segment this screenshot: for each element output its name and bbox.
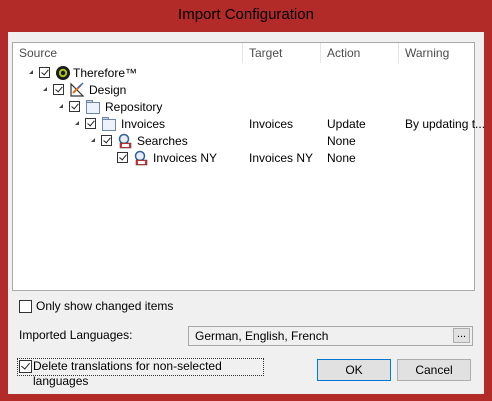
- languages-field[interactable]: German, English, French ...: [188, 326, 473, 346]
- row-action: None: [327, 151, 356, 165]
- design-tools-icon: [70, 82, 85, 97]
- ok-button[interactable]: OK: [317, 359, 391, 381]
- row-source: Searches: [137, 134, 188, 148]
- column-warning[interactable]: Warning: [399, 43, 474, 63]
- delete-translations-checkbox[interactable]: [19, 360, 32, 373]
- tree-checkbox[interactable]: [69, 101, 80, 112]
- collapse-arrow-icon[interactable]: [43, 87, 47, 91]
- tree-row[interactable]: Repository: [13, 99, 474, 116]
- delete-translations-option[interactable]: Delete translations for non-selected lan…: [17, 358, 264, 388]
- languages-value: German, English, French: [195, 329, 329, 343]
- saved-search-icon: [134, 150, 148, 166]
- tree-checkbox[interactable]: [85, 118, 96, 129]
- dialog-body: Source Target Action Warning Therefore™: [8, 32, 485, 394]
- row-source: Invoices NY: [153, 151, 218, 165]
- tree-row[interactable]: Invoices NY Invoices NY None: [13, 150, 474, 167]
- repository-icon: [86, 100, 100, 114]
- search-config-icon: [118, 133, 132, 149]
- window-title: Import Configuration: [178, 6, 314, 23]
- title-bar: Import Configuration: [0, 0, 492, 32]
- tree-row[interactable]: Searches None: [13, 133, 474, 150]
- row-source: Repository: [105, 100, 163, 114]
- row-action: Update: [327, 117, 366, 131]
- collapse-arrow-icon[interactable]: [75, 121, 79, 125]
- tree-row[interactable]: Invoices Invoices Update By updating t..…: [13, 116, 485, 133]
- row-action: None: [327, 134, 356, 148]
- row-source: Design: [89, 83, 127, 97]
- category-icon: [102, 117, 116, 131]
- languages-label: Imported Languages:: [19, 328, 133, 342]
- only-changed-label[interactable]: Only show changed items: [36, 299, 173, 314]
- tree-checkbox[interactable]: [39, 67, 50, 78]
- column-target[interactable]: Target: [243, 43, 321, 63]
- tree-row[interactable]: Therefore™: [13, 65, 474, 82]
- delete-translations-label[interactable]: Delete translations for non-selected lan…: [33, 359, 263, 389]
- dialog-window: Import Configuration Source Target Actio…: [0, 0, 492, 401]
- row-warning: By updating t...: [405, 117, 486, 131]
- only-changed-checkbox[interactable]: [19, 300, 32, 313]
- tree-checkbox[interactable]: [117, 152, 128, 163]
- tree-header: Source Target Action Warning: [13, 43, 474, 63]
- collapse-arrow-icon[interactable]: [59, 104, 63, 108]
- row-source: Therefore™: [73, 66, 138, 80]
- row-target: Invoices: [249, 117, 294, 131]
- tree-checkbox[interactable]: [53, 84, 64, 95]
- column-action[interactable]: Action: [321, 43, 399, 63]
- browse-languages-button[interactable]: ...: [453, 328, 470, 343]
- import-tree[interactable]: Source Target Action Warning Therefore™: [12, 42, 485, 291]
- therefore-logo-icon: [56, 66, 70, 80]
- collapse-arrow-icon[interactable]: [91, 138, 95, 142]
- tree-checkbox[interactable]: [101, 135, 112, 146]
- cancel-button[interactable]: Cancel: [397, 359, 471, 381]
- tree-row[interactable]: Design: [13, 82, 474, 99]
- row-target: Invoices NY: [249, 151, 314, 165]
- only-changed-option[interactable]: Only show changed items: [19, 298, 219, 314]
- column-source[interactable]: Source: [13, 43, 243, 63]
- collapse-arrow-icon[interactable]: [29, 70, 33, 74]
- row-source: Invoices: [121, 117, 166, 131]
